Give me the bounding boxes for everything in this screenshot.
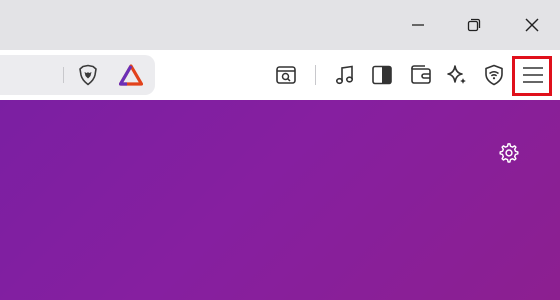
sidebar-toggle-icon [371, 64, 393, 86]
minimize-button[interactable] [390, 0, 446, 50]
browser-toolbar [0, 50, 560, 100]
brave-rewards-triangle-icon [119, 64, 143, 86]
search-tab-icon [275, 64, 297, 86]
media-music-icon [334, 64, 356, 86]
settings-button[interactable] [497, 141, 521, 165]
title-bar [0, 0, 560, 50]
leo-ai-sparkle-icon [446, 64, 468, 86]
gear-icon [498, 142, 520, 164]
minimize-icon [411, 18, 425, 32]
address-bar[interactable] [0, 55, 155, 95]
restore-icon [467, 18, 481, 32]
restore-button[interactable] [446, 0, 502, 50]
brave-rewards-button[interactable] [118, 63, 144, 87]
search-tab-button[interactable] [274, 63, 298, 87]
vpn-shield-wifi-icon [483, 64, 505, 86]
wallet-icon [409, 64, 433, 86]
brave-shields-button[interactable] [76, 63, 100, 87]
wallet-button[interactable] [408, 63, 434, 87]
close-icon [524, 17, 540, 33]
leo-ai-button[interactable] [445, 63, 469, 87]
media-button[interactable] [333, 63, 357, 87]
brave-shields-lion-icon [77, 64, 99, 86]
vpn-button[interactable] [482, 63, 506, 87]
menu-highlight-box [512, 56, 552, 96]
toolbar-divider [315, 65, 316, 85]
new-tab-page [0, 100, 560, 300]
divider [63, 67, 64, 83]
close-button[interactable] [504, 0, 560, 50]
sidebar-toggle-button[interactable] [370, 63, 394, 87]
